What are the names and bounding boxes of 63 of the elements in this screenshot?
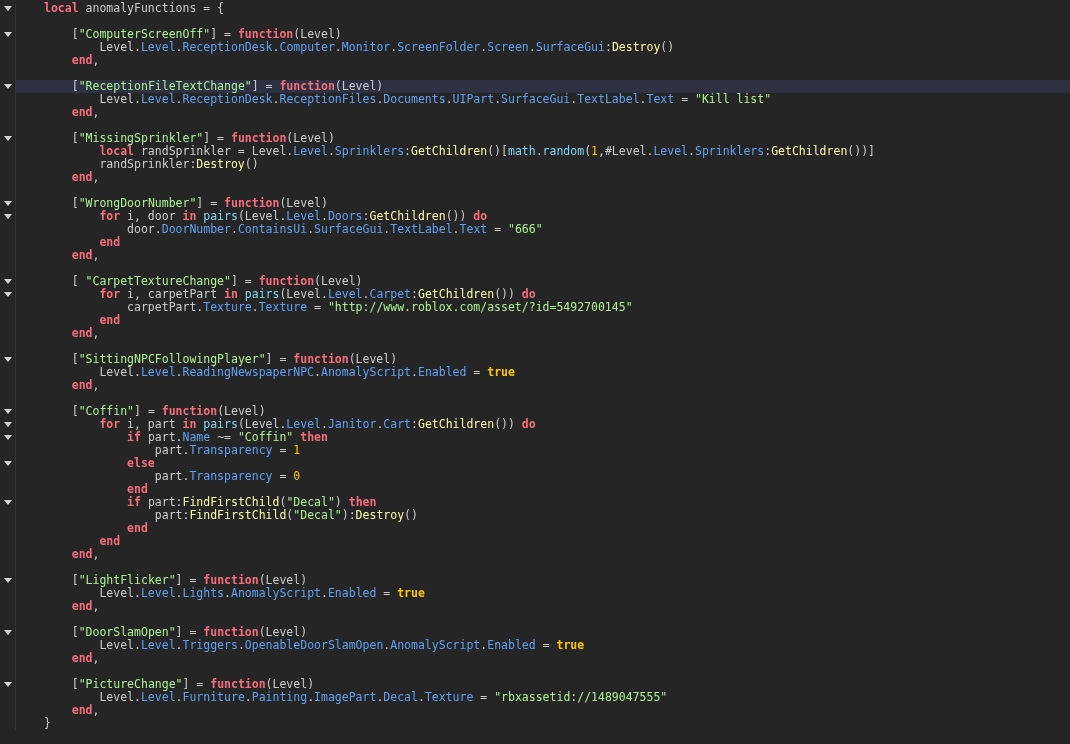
code-line: Level.Level.Furniture.Painting.ImagePart.Decal.Texture = "rbxassetid://1489047555" <box>99 691 668 704</box>
code-line: end, <box>70 327 100 340</box>
fold-arrow-icon[interactable] <box>3 682 12 687</box>
code-line: ["Coffin"] = function(Level) <box>70 405 266 418</box>
code-line: end, <box>70 704 100 717</box>
code-line: ["SittingNPCFollowingPlayer"] = function(Level) <box>70 353 398 366</box>
code-line: local anomalyFunctions = { <box>44 2 225 15</box>
fold-arrow-icon[interactable] <box>3 630 12 635</box>
fold-arrow-icon[interactable] <box>3 84 12 89</box>
code-line: part.Transparency = 0 <box>153 470 301 483</box>
fold-arrow-icon[interactable] <box>3 32 12 37</box>
code-line: part.Transparency = 1 <box>154 444 301 457</box>
code-line: Level.Level.ReceptionDesk.Computer.Monitor.ScreenFolder.Screen.SurfaceGui:Destroy() <box>99 41 675 54</box>
code-line: ["LightFlicker"] = function(Level) <box>70 574 308 587</box>
fold-arrow-icon[interactable] <box>3 6 12 11</box>
code-line: randSprinkler:Destroy() <box>98 158 259 171</box>
fold-arrow-icon[interactable] <box>3 136 12 141</box>
code-line: end, <box>70 548 100 561</box>
code-line: [ "CarpetTextureChange"] = function(Level) <box>70 275 363 288</box>
fold-arrow-icon[interactable] <box>3 500 12 505</box>
code-line: end <box>98 535 121 548</box>
code-line: ["DoorSlamOpen"] = function(Level) <box>70 626 308 639</box>
code-line: for i, door in pairs(Level.Level.Doors:GetChildren()) do <box>99 210 488 223</box>
code-line: Level.Level.Triggers.OpenableDoorSlamOpen.AnomalyScript.Enabled = true <box>99 639 585 652</box>
code-line: } <box>44 717 51 730</box>
code-line: end, <box>70 600 100 613</box>
code-line: end, <box>70 54 100 67</box>
fold-arrow-icon[interactable] <box>3 422 12 427</box>
fold-arrow-icon[interactable] <box>3 409 12 414</box>
code-line: end, <box>70 249 100 262</box>
code-line: for i, carpetPart in pairs(Level.Level.Carpet:GetChildren()) do <box>99 288 536 301</box>
code-line: end <box>98 314 121 327</box>
code-line: ["MissingSprinkler"] = function(Level) <box>70 132 335 145</box>
code-line: end <box>126 483 148 496</box>
code-line: else <box>126 457 155 470</box>
code-line: local randSprinkler = Level.Level.Sprinklers:GetChildren()[math.random(1,#Level.Level.Sprinklers:GetChildren())] <box>99 145 876 158</box>
fold-arrow-icon[interactable] <box>3 461 12 466</box>
fold-arrow-icon[interactable] <box>3 357 12 362</box>
code-line: Level.Level.ReceptionDesk.ReceptionFiles.Documents.UIPart.SurfaceGui.TextLabel.Text = "Kill list" <box>99 93 772 106</box>
code-line: if part:FindFirstChild("Decal") then <box>126 496 377 509</box>
code-line: ["PictureChange"] = function(Level) <box>70 678 315 691</box>
code-line: ["ComputerScreenOff"] = function(Level) <box>70 28 342 41</box>
code-line: end, <box>70 171 100 184</box>
code-line: end, <box>70 652 100 665</box>
fold-arrow-icon[interactable] <box>3 279 12 284</box>
fold-arrow-icon[interactable] <box>3 435 12 440</box>
code-line: door.DoorNumber.ContainsUi.SurfaceGui.TextLabel.Text = "666" <box>126 223 543 236</box>
code-line: end <box>98 236 121 249</box>
code-line: ["WrongDoorNumber"] = function(Level) <box>70 197 328 210</box>
code-line: if part.Name ~= "Coffin" then <box>126 431 328 444</box>
code-line: Level.Level.Lights.AnomalyScript.Enabled = true <box>99 587 425 600</box>
code-line: part:FindFirstChild("Decal"):Destroy() <box>154 509 418 522</box>
code-line: end, <box>70 106 100 119</box>
code-line: end, <box>70 379 100 392</box>
code-line: Level.Level.ReadingNewspaperNPC.AnomalyScript.Enabled = true <box>99 366 515 379</box>
code-line: ["ReceptionFileTextChange"] = function(Level) <box>70 80 384 93</box>
fold-arrow-icon[interactable] <box>3 214 12 219</box>
fold-arrow-icon[interactable] <box>3 292 12 297</box>
code-line: carpetPart.Texture.Texture = "http://www.roblox.com/asset/?id=5492700145" <box>126 301 633 314</box>
code-line: end <box>126 522 148 535</box>
fold-arrow-icon[interactable] <box>3 201 12 206</box>
code-line: for i, part in pairs(Level.Level.Janitor.Cart:GetChildren()) do <box>98 418 536 431</box>
fold-arrow-icon[interactable] <box>3 578 12 583</box>
